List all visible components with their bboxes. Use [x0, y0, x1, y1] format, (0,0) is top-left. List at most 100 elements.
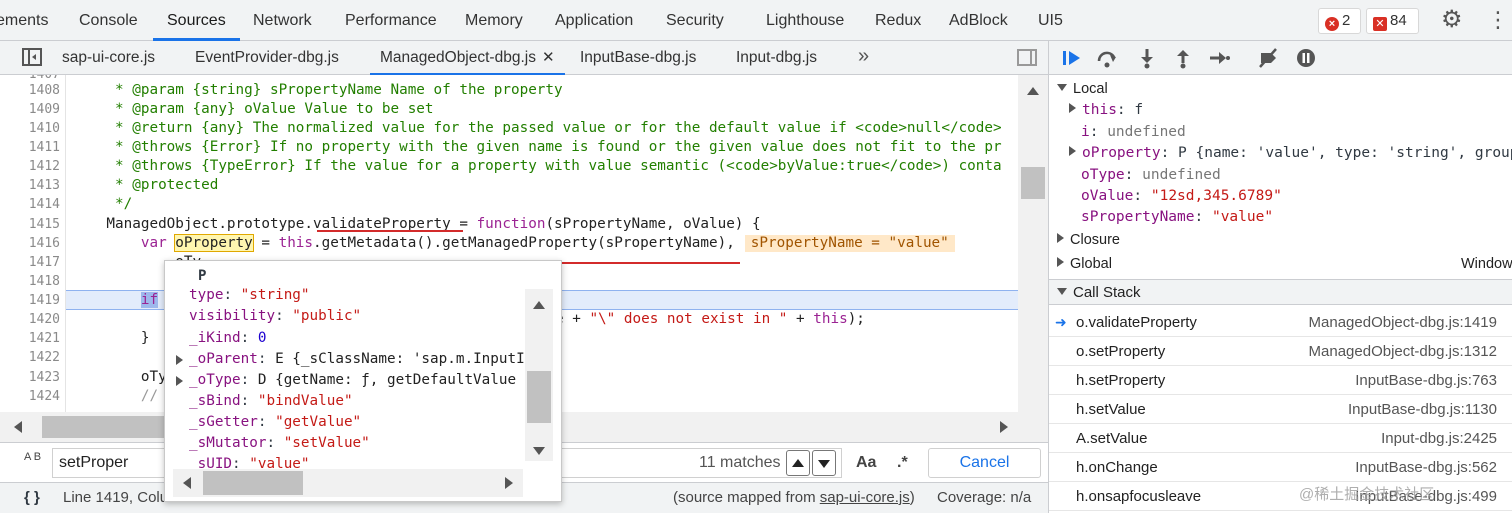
step-over-icon[interactable] — [1096, 47, 1118, 69]
scope-variable[interactable]: oType: undefined — [1081, 165, 1221, 186]
expand-triangle-icon[interactable] — [176, 355, 183, 365]
tab-performance[interactable]: Performance — [345, 0, 437, 40]
scope-variable[interactable]: this: f — [1069, 100, 1143, 121]
line-number[interactable]: 1408 — [0, 81, 60, 100]
file-tab-eventprovider[interactable]: EventProvider-dbg.js — [195, 41, 339, 74]
line-number[interactable]: 1421 — [0, 329, 60, 348]
tab-lighthouse[interactable]: Lighthouse — [766, 0, 844, 40]
popover-horizontal-scrollbar[interactable] — [173, 469, 523, 497]
call-frame[interactable]: h.setValue InputBase-dbg.js:1130 — [1049, 395, 1512, 424]
tab-network[interactable]: Network — [253, 0, 312, 40]
scroll-left-arrow-icon[interactable] — [183, 477, 191, 489]
property-row[interactable]: _sUID: "value" — [189, 454, 310, 468]
line-number[interactable]: 1414 — [0, 195, 60, 214]
cancel-button[interactable]: Cancel — [928, 448, 1041, 478]
source-map-link[interactable]: sap-ui-core.js — [820, 489, 910, 506]
property-row[interactable]: _sGetter: "getValue" — [189, 412, 361, 433]
variable-hover-popover[interactable]: P type: "string" visibility: "public" _i… — [164, 260, 562, 502]
close-icon[interactable]: ✕ — [542, 49, 555, 66]
line-number[interactable]: 1412 — [0, 157, 60, 176]
file-tab-inputbase[interactable]: InputBase-dbg.js — [580, 41, 696, 74]
editor-vertical-scrollbar[interactable] — [1018, 75, 1048, 442]
scroll-thumb[interactable] — [527, 371, 551, 423]
more-tabs-chevron-icon[interactable]: » — [858, 41, 869, 74]
regex-button[interactable]: .* — [897, 448, 908, 478]
line-number[interactable]: 1418 — [0, 272, 60, 291]
tab-redux[interactable]: Redux — [875, 0, 921, 40]
line-number[interactable]: 1422 — [0, 348, 60, 367]
scope-local-header[interactable]: Local — [1057, 79, 1108, 100]
call-frame[interactable]: ➜ o.validateProperty ManagedObject-dbg.js… — [1049, 308, 1512, 337]
property-row[interactable]: _sBind: "bindValue" — [189, 391, 353, 412]
scroll-thumb[interactable] — [203, 471, 303, 495]
property-row[interactable]: _iKind: 0 — [189, 328, 266, 349]
line-number[interactable]: 1420 — [0, 310, 60, 329]
toggle-navigator-icon[interactable] — [22, 48, 42, 66]
line-number[interactable]: 1409 — [0, 100, 60, 119]
tab-ui5[interactable]: UI5 — [1038, 0, 1063, 40]
scroll-right-arrow-icon[interactable] — [505, 477, 513, 489]
scroll-up-arrow-icon[interactable] — [533, 301, 545, 309]
tab-sources[interactable]: Sources — [153, 0, 240, 41]
step-into-icon[interactable] — [1136, 47, 1158, 69]
property-row[interactable]: _oType: D {getName: ƒ, getDefaultValue — [189, 370, 516, 391]
pause-on-exceptions-icon[interactable] — [1295, 47, 1317, 69]
line-number[interactable]: 1411 — [0, 138, 60, 157]
toggle-debugger-icon[interactable] — [1017, 49, 1037, 66]
call-frame[interactable]: h.onsapfocusleave InputBase-dbg.js:499 — [1049, 482, 1512, 511]
scope-variable[interactable]: oValue: "12sd,345.6789" — [1081, 186, 1282, 207]
expand-triangle-icon[interactable] — [176, 376, 183, 386]
call-frame[interactable]: h.onChange InputBase-dbg.js:562 — [1049, 453, 1512, 482]
issue-count-badge[interactable]: ✕ 84 — [1366, 8, 1419, 34]
property-row[interactable]: type: "string" — [189, 285, 310, 306]
scope-global-header[interactable]: Global Window — [1057, 254, 1512, 275]
popover-vertical-scrollbar[interactable] — [525, 289, 553, 461]
scroll-up-arrow-icon[interactable] — [1027, 87, 1039, 95]
line-number[interactable]: 1415 — [0, 215, 60, 234]
tab-application[interactable]: Application — [555, 0, 633, 40]
line-number[interactable]: 1419 — [0, 291, 60, 310]
scroll-right-arrow-icon[interactable] — [1000, 421, 1008, 433]
line-number[interactable]: 1424 — [0, 387, 60, 406]
line-number[interactable]: 1416 — [0, 234, 60, 253]
hovered-variable[interactable]: oProperty — [174, 234, 254, 252]
tab-memory[interactable]: Memory — [465, 0, 523, 40]
more-options-icon[interactable]: ⋮ — [1487, 6, 1509, 34]
file-tab-sap-ui-core[interactable]: sap-ui-core.js — [62, 41, 155, 74]
previous-match-button[interactable] — [786, 450, 810, 476]
scroll-thumb[interactable] — [1021, 167, 1045, 199]
error-count-badge[interactable]: × 2 — [1318, 8, 1361, 34]
property-row[interactable]: visibility: "public" — [189, 306, 361, 327]
line-number[interactable]: 1417 — [0, 253, 60, 272]
deactivate-breakpoints-icon[interactable] — [1257, 47, 1279, 69]
gear-icon[interactable]: ⚙ — [1441, 6, 1463, 34]
tab-elements[interactable]: ements — [0, 0, 48, 40]
property-row[interactable]: _sMutator: "setValue" — [189, 433, 370, 454]
tab-security[interactable]: Security — [666, 0, 724, 40]
scope-variable[interactable]: i: undefined — [1081, 122, 1186, 143]
file-tab-input[interactable]: Input-dbg.js — [736, 41, 817, 74]
tab-console[interactable]: Console — [79, 0, 138, 40]
tab-adblock[interactable]: AdBlock — [949, 0, 1008, 40]
call-stack-header[interactable]: Call Stack — [1049, 279, 1512, 305]
replace-toggle-icon[interactable]: A B — [24, 452, 46, 463]
pretty-print-button[interactable]: { } — [24, 483, 40, 513]
scope-closure-header[interactable]: Closure — [1057, 230, 1120, 251]
call-frame[interactable]: o.setProperty ManagedObject-dbg.js:1312 — [1049, 337, 1512, 366]
step-out-icon[interactable] — [1172, 47, 1194, 69]
line-number-gutter[interactable]: 1407 1408 1409 1410 1411 1412 1413 1414 … — [0, 75, 66, 442]
scope-variable[interactable]: oProperty: P {name: 'value', type: 'stri… — [1069, 143, 1512, 164]
property-row[interactable]: _oParent: E {_sClassName: 'sap.m.InputI — [189, 349, 525, 370]
scope-variable[interactable]: sPropertyName: "value" — [1081, 207, 1273, 228]
step-icon[interactable] — [1208, 47, 1230, 69]
scroll-down-arrow-icon[interactable] — [533, 447, 545, 455]
line-number[interactable]: 1410 — [0, 119, 60, 138]
call-frame[interactable]: h.setProperty InputBase-dbg.js:763 — [1049, 366, 1512, 395]
match-case-button[interactable]: Aa — [856, 448, 876, 478]
line-number[interactable]: 1413 — [0, 176, 60, 195]
next-match-button[interactable] — [812, 450, 836, 476]
line-number[interactable]: 1423 — [0, 368, 60, 387]
resume-icon[interactable] — [1061, 47, 1083, 69]
call-frame[interactable]: A.setValue Input-dbg.js:2425 — [1049, 424, 1512, 453]
file-tab-managedobject[interactable]: ManagedObject-dbg.js ✕ — [370, 41, 565, 75]
